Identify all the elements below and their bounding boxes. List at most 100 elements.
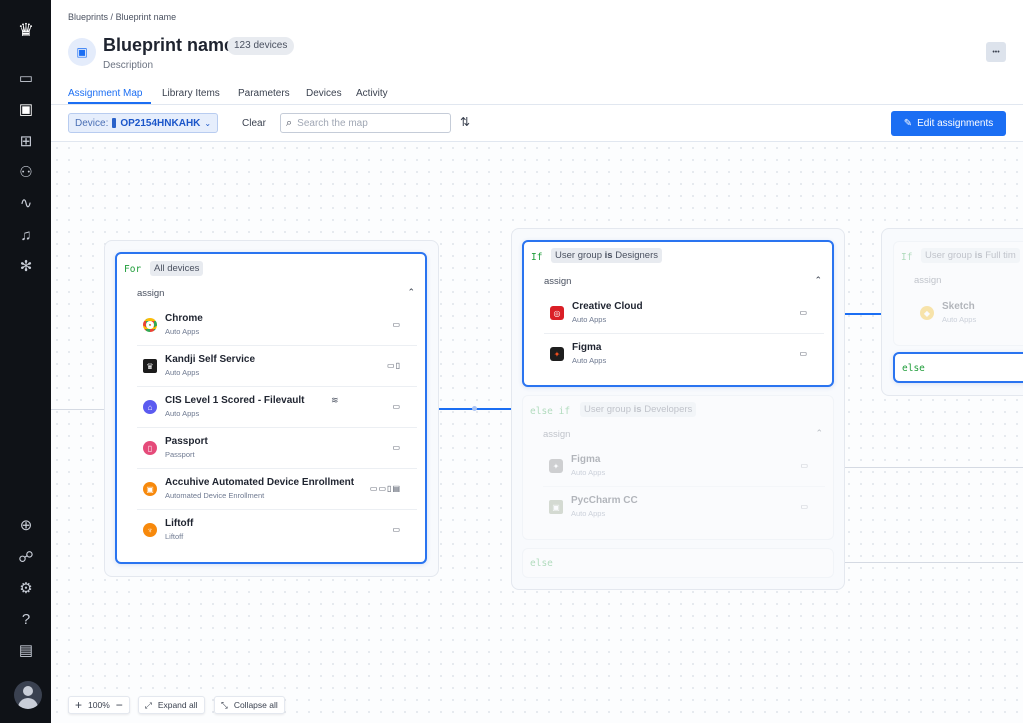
item-name: Figma: [572, 342, 602, 353]
condition-chip[interactable]: User group is Full tim: [921, 248, 1020, 263]
avatar[interactable]: [14, 681, 42, 709]
tab-parameters[interactable]: Parameters: [238, 88, 290, 99]
figma-icon: ✦: [549, 459, 563, 473]
sort-icon[interactable]: ⇅: [460, 115, 470, 129]
item-category: Auto Apps: [942, 315, 977, 324]
tab-assignment-map[interactable]: Assignment Map: [68, 88, 142, 99]
add-circle-icon[interactable]: ⊕: [15, 514, 37, 536]
laptop-phone-icon: ▭▯: [387, 361, 401, 370]
expand-all-button[interactable]: ⤢ Expand all: [138, 696, 205, 714]
search-placeholder: Search the map: [297, 117, 368, 129]
assign-label: assign: [914, 275, 942, 286]
breadcrumb: Blueprints / Blueprint name: [68, 12, 176, 22]
device-filter-value: OP2154HNKAHK: [120, 117, 201, 129]
share-icon[interactable]: ☍: [15, 546, 37, 568]
collapse-chevron-icon[interactable]: ⌃: [815, 428, 823, 439]
sidebar: ♛ ▭ ▣ ⊞ ⚇ ∿ ♫ ✻ ⊕ ☍ ⚙ ? ▤: [0, 0, 51, 723]
collapse-chevron-icon[interactable]: ⌃: [407, 287, 415, 298]
condition-chip[interactable]: All devices: [150, 261, 204, 276]
list-item[interactable]: ◎ Creative Cloud Auto Apps ▭: [544, 293, 824, 334]
list-item[interactable]: ◆ Sketch Auto Apps: [914, 293, 1023, 334]
item-name: PycCharm CC: [571, 495, 638, 506]
activity-icon[interactable]: ∿: [15, 192, 37, 214]
avatar-head-icon: [23, 686, 33, 696]
expand-all-label: Expand all: [157, 700, 198, 710]
if-node[interactable]: If User group is Designers assign ⌃ ◎ Cr…: [522, 240, 834, 387]
condition-field: User group: [584, 404, 631, 415]
more-options-button[interactable]: •••: [986, 42, 1006, 62]
search-icon: ⌕: [286, 116, 293, 129]
liftoff-icon: ♆: [143, 523, 157, 537]
else-keyword: else: [902, 363, 925, 374]
alerts-bell-icon[interactable]: ♫: [15, 224, 37, 246]
collapse-icon: ⤡: [221, 699, 228, 710]
item-name: Creative Cloud: [572, 301, 643, 312]
tab-library-items[interactable]: Library Items: [162, 88, 220, 99]
right-if-node[interactable]: If User group is Full tim assign ◆ Sketc…: [893, 241, 1023, 346]
list-item[interactable]: ▣ Accuhive Automated Device Enrollment A…: [137, 469, 417, 510]
item-category: Auto Apps: [571, 509, 606, 518]
collapse-chevron-icon[interactable]: ⌃: [814, 275, 822, 286]
blueprint-icon: ▣: [68, 38, 96, 66]
desktop-icon: ▭: [392, 525, 401, 534]
kandji-logo-icon[interactable]: ♛: [15, 19, 37, 41]
kandji-icon: ♛: [143, 359, 157, 373]
devices-icon[interactable]: ▭: [15, 67, 37, 89]
item-category: Auto Apps: [572, 356, 607, 365]
else-node[interactable]: else: [522, 548, 834, 578]
users-icon[interactable]: ⚇: [15, 161, 37, 183]
breadcrumb-separator: /: [110, 12, 114, 22]
list-item[interactable]: ⌂ CIS Level 1 Scored - Filevault Auto Ap…: [137, 387, 417, 428]
condition-chip[interactable]: User group is Developers: [580, 402, 697, 417]
zoom-level: 100%: [88, 700, 110, 710]
search-input[interactable]: ⌕ Search the map: [280, 113, 451, 133]
edit-assignments-button[interactable]: ✎ Edit assignments: [891, 111, 1006, 136]
else-if-node[interactable]: else if User group is Developers assign …: [522, 395, 834, 540]
item-name: Figma: [571, 454, 601, 465]
condition-value: Designers: [615, 250, 658, 261]
item-category: Auto Apps: [165, 409, 200, 418]
settings-gear-icon[interactable]: ⚙: [15, 577, 37, 599]
breadcrumb-blueprints[interactable]: Blueprints: [68, 12, 108, 22]
collapse-all-button[interactable]: ⤡ Collapse all: [214, 696, 285, 714]
condition-chip[interactable]: User group is Designers: [551, 248, 662, 263]
for-node[interactable]: For All devices assign ⌃ Chrome Auto App…: [115, 252, 427, 564]
desktop-icon: ▭: [392, 443, 401, 452]
item-name: Passport: [165, 436, 208, 447]
blueprints-icon[interactable]: ▣: [15, 98, 37, 120]
list-item[interactable]: ♛ Kandji Self Service Auto Apps ▭▯: [137, 346, 417, 387]
list-item[interactable]: ✦ Figma Auto Apps ▭: [544, 334, 824, 375]
desktop-icon: ▭: [799, 349, 808, 358]
chat-icon[interactable]: ▤: [15, 639, 37, 661]
desktop-icon: ▭: [800, 502, 809, 511]
zoom-out-button[interactable]: −: [116, 698, 123, 712]
pencil-icon: ✎: [903, 118, 913, 129]
condition-operator: is: [633, 404, 642, 415]
passport-icon: ▯: [143, 441, 157, 455]
page-title: Blueprint name: [103, 35, 235, 55]
library-item-list: ◎ Creative Cloud Auto Apps ▭ ✦ Figma Aut…: [524, 293, 832, 375]
edit-assignments-label: Edit assignments: [917, 118, 994, 129]
list-item[interactable]: ▣ PycCharm CC Auto Apps ▭: [543, 487, 825, 528]
list-item[interactable]: ♆ Liftoff Liftoff ▭: [137, 510, 417, 551]
desktop-icon: ▭: [392, 402, 401, 411]
else-if-keyword: else if: [530, 406, 571, 417]
tab-devices[interactable]: Devices: [306, 88, 342, 99]
pycharm-icon: ▣: [549, 500, 563, 514]
list-item[interactable]: ✦ Figma Auto Apps ▭: [543, 446, 825, 487]
item-category: Automated Device Enrollment: [165, 491, 265, 500]
connector-line: [51, 409, 104, 410]
library-item-list: ✦ Figma Auto Apps ▭ ▣ PycCharm CC Auto A…: [523, 446, 833, 528]
right-else-node[interactable]: else: [893, 352, 1023, 383]
desktop-icon: ▭: [800, 461, 809, 470]
tab-activity[interactable]: Activity: [356, 88, 388, 99]
library-icon[interactable]: ⊞: [15, 130, 37, 152]
list-item[interactable]: Chrome Auto Apps ▭: [137, 305, 417, 346]
device-filter-dropdown[interactable]: Device: OP2154HNKAHK ⌄: [68, 113, 219, 133]
help-icon[interactable]: ?: [15, 608, 37, 630]
zoom-in-button[interactable]: +: [75, 698, 82, 712]
list-item[interactable]: ▯ Passport Passport ▭: [137, 428, 417, 469]
clear-button[interactable]: Clear: [242, 118, 266, 129]
item-category: Auto Apps: [571, 468, 606, 477]
bug-icon[interactable]: ✻: [15, 255, 37, 277]
